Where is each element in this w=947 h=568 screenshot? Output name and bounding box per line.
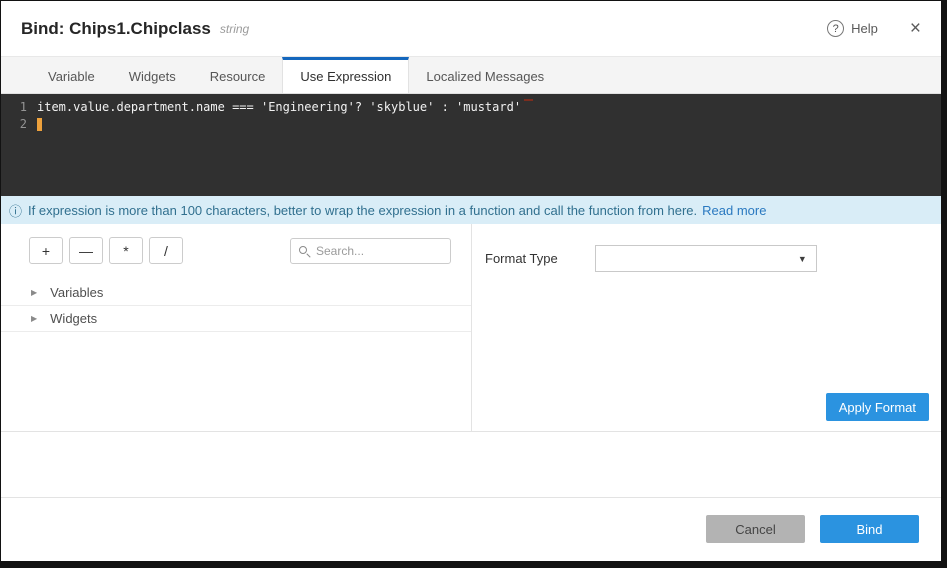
editor-line: 1 item.value.department.name === 'Engine… bbox=[1, 99, 941, 116]
search-input[interactable] bbox=[290, 238, 451, 264]
expression-editor[interactable]: 1 item.value.department.name === 'Engine… bbox=[1, 94, 941, 196]
toolbox-panel: + — * / ▶ Variables ▶ Widgets bbox=[1, 224, 472, 431]
text-cursor bbox=[37, 118, 42, 131]
dropdown-arrow-icon: ▼ bbox=[798, 254, 807, 264]
tree-item-variables[interactable]: ▶ Variables bbox=[1, 280, 471, 306]
header-actions: ? Help × bbox=[827, 19, 921, 38]
editor-line: 2 bbox=[1, 116, 941, 133]
dialog-title: Bind: Chips1.Chipclass bbox=[21, 19, 211, 39]
tab-variable[interactable]: Variable bbox=[31, 57, 112, 93]
expression-info-bar: ⓘ If expression is more than 100 charact… bbox=[1, 196, 941, 224]
tab-resource[interactable]: Resource bbox=[193, 57, 283, 93]
tab-use-expression[interactable]: Use Expression bbox=[282, 57, 409, 93]
property-type-label: string bbox=[220, 22, 249, 36]
bindings-tree: ▶ Variables ▶ Widgets bbox=[1, 280, 471, 332]
bind-dialog: Bind: Chips1.Chipclass string ? Help × V… bbox=[1, 1, 941, 561]
multiply-operator-button[interactable]: * bbox=[109, 237, 143, 264]
help-icon: ? bbox=[827, 20, 844, 37]
plus-operator-button[interactable]: + bbox=[29, 237, 63, 264]
tree-item-label: Widgets bbox=[50, 311, 97, 326]
format-type-select[interactable]: ▼ bbox=[595, 245, 817, 272]
info-icon: ⓘ bbox=[9, 201, 22, 220]
close-icon[interactable]: × bbox=[910, 19, 921, 38]
tab-bar: Variable Widgets Resource Use Expression… bbox=[1, 57, 941, 94]
help-label: Help bbox=[851, 21, 878, 36]
tab-widgets[interactable]: Widgets bbox=[112, 57, 193, 93]
tree-item-widgets[interactable]: ▶ Widgets bbox=[1, 306, 471, 332]
line-number: 2 bbox=[1, 116, 37, 133]
divide-operator-button[interactable]: / bbox=[149, 237, 183, 264]
dialog-footer: Cancel Bind bbox=[1, 498, 941, 560]
expression-code[interactable] bbox=[37, 116, 42, 133]
cancel-button[interactable]: Cancel bbox=[706, 515, 805, 543]
apply-format-button[interactable]: Apply Format bbox=[826, 393, 929, 421]
chevron-right-icon[interactable]: ▶ bbox=[31, 314, 37, 323]
format-type-label: Format Type bbox=[485, 251, 558, 266]
line-number: 1 bbox=[1, 99, 37, 116]
minus-operator-button[interactable]: — bbox=[69, 237, 103, 264]
trailing-whitespace-mark bbox=[524, 99, 533, 101]
search-box bbox=[290, 238, 451, 264]
help-button[interactable]: ? Help bbox=[827, 20, 878, 37]
format-type-row: Format Type ▼ bbox=[485, 245, 941, 272]
operator-toolbar: + — * / bbox=[29, 237, 451, 264]
expression-code[interactable]: item.value.department.name === 'Engineer… bbox=[37, 99, 521, 116]
dialog-header: Bind: Chips1.Chipclass string ? Help × bbox=[1, 1, 941, 57]
content-area: + — * / ▶ Variables ▶ Widgets bbox=[1, 224, 941, 432]
info-text: If expression is more than 100 character… bbox=[28, 203, 697, 218]
empty-region bbox=[1, 432, 941, 498]
tab-localized-messages[interactable]: Localized Messages bbox=[409, 57, 561, 93]
format-panel: Format Type ▼ Apply Format bbox=[472, 224, 941, 431]
search-icon bbox=[299, 246, 307, 254]
tree-item-label: Variables bbox=[50, 285, 103, 300]
bind-button[interactable]: Bind bbox=[820, 515, 919, 543]
read-more-link[interactable]: Read more bbox=[702, 203, 766, 218]
chevron-right-icon[interactable]: ▶ bbox=[31, 288, 37, 297]
